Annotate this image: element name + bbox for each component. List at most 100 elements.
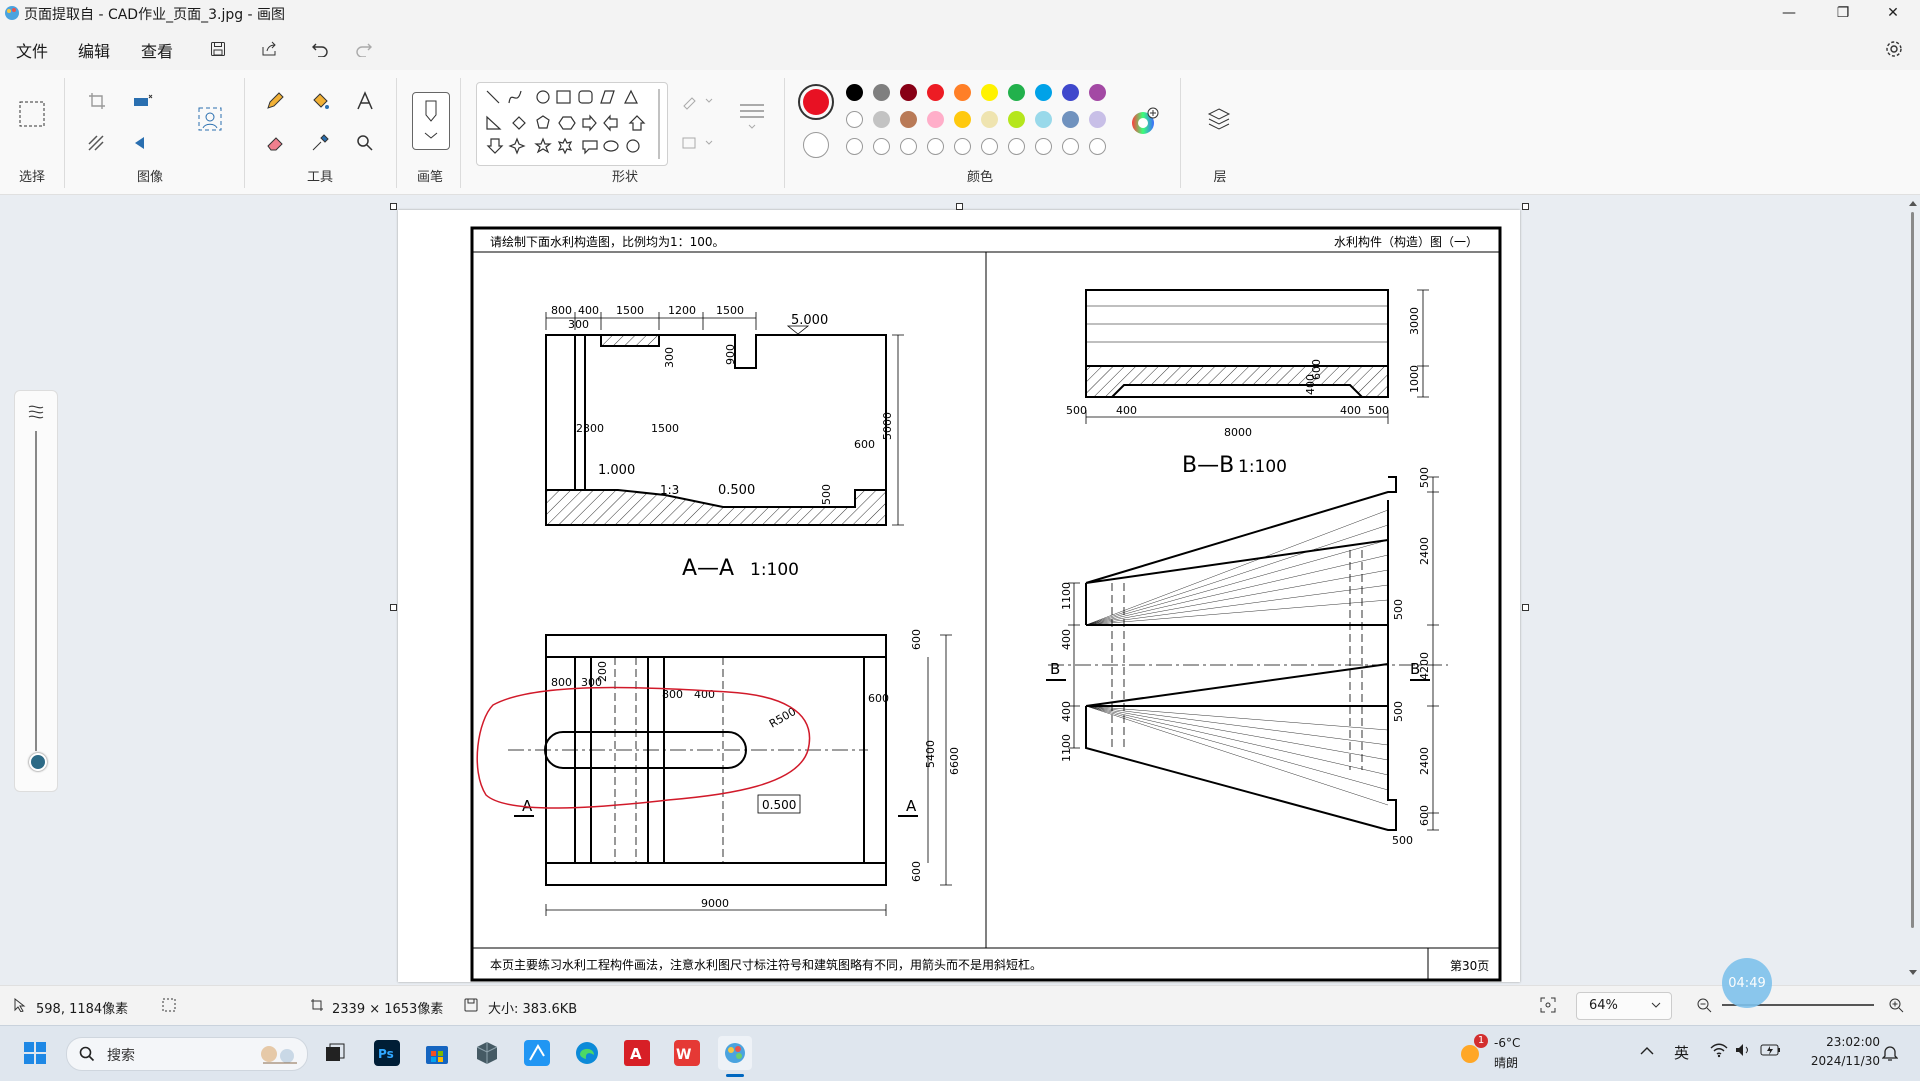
edge-browser-icon[interactable] xyxy=(570,1036,604,1070)
custom-color-slot[interactable] xyxy=(1035,138,1052,155)
color-swatch[interactable] xyxy=(1062,84,1079,101)
start-button[interactable] xyxy=(18,1036,52,1070)
canvas-image[interactable]: 请绘制下面水利构造图，比例均为1：100。 水利构件（构造）图（一） 本页主要练… xyxy=(398,210,1520,982)
minimize-button[interactable]: — xyxy=(1762,0,1816,26)
color-swatch[interactable] xyxy=(954,84,971,101)
resize-icon[interactable] xyxy=(128,86,158,116)
color-swatch[interactable] xyxy=(927,111,944,128)
custom-color-slot[interactable] xyxy=(873,138,890,155)
dim-text: 1100 xyxy=(1060,734,1073,762)
menu-view[interactable]: 查看 xyxy=(141,38,173,62)
page-number: 第30页 xyxy=(1450,959,1489,973)
active-app-indicator xyxy=(726,1074,744,1077)
color-swatch[interactable] xyxy=(846,111,863,128)
input-method-indicator[interactable]: 英 xyxy=(1674,1042,1689,1063)
color-swatch[interactable] xyxy=(954,111,971,128)
volume-icon[interactable] xyxy=(1734,1042,1752,1058)
wps-office-icon[interactable]: W xyxy=(670,1036,704,1070)
color-swatch[interactable] xyxy=(1089,84,1106,101)
microsoft-store-icon[interactable] xyxy=(420,1036,454,1070)
custom-color-slot[interactable] xyxy=(900,138,917,155)
magnifier-icon[interactable] xyxy=(350,128,380,158)
cube-app-icon[interactable] xyxy=(470,1036,504,1070)
resize-handle[interactable] xyxy=(390,604,397,611)
paint-taskbar-icon[interactable] xyxy=(718,1036,752,1070)
color-swatch[interactable] xyxy=(981,84,998,101)
color-swatch[interactable] xyxy=(1008,111,1025,128)
notification-bell-icon[interactable] xyxy=(1882,1044,1898,1062)
color-swatch[interactable] xyxy=(1035,84,1052,101)
rotate-icon[interactable] xyxy=(128,128,158,158)
select-all-icon[interactable] xyxy=(82,128,112,158)
vertical-scrollbar[interactable] xyxy=(1908,198,1918,980)
shapes-gallery[interactable] xyxy=(476,82,668,166)
edit-colors-icon[interactable] xyxy=(1128,106,1160,138)
redo-icon[interactable] xyxy=(350,36,378,62)
chevron-up-icon[interactable] xyxy=(1640,1046,1654,1056)
zoom-out-icon[interactable] xyxy=(1696,997,1712,1013)
pencil-icon[interactable] xyxy=(260,86,290,116)
remote-app-icon[interactable] xyxy=(520,1036,554,1070)
photoshop-icon[interactable]: Ps xyxy=(370,1036,404,1070)
resize-handle[interactable] xyxy=(1522,604,1529,611)
weather-widget[interactable]: 1 -6°C 晴朗 xyxy=(1458,1034,1528,1074)
color-swatch[interactable] xyxy=(873,84,890,101)
image-background-icon[interactable] xyxy=(195,104,225,134)
text-tool-icon[interactable] xyxy=(350,86,380,116)
brush-size-thumb[interactable] xyxy=(29,753,47,771)
color-swatch[interactable] xyxy=(927,84,944,101)
color-swatch[interactable] xyxy=(981,111,998,128)
brush-dropdown[interactable] xyxy=(412,92,450,150)
menu-file[interactable]: 文件 xyxy=(16,38,48,62)
maximize-button[interactable]: ❐ xyxy=(1816,0,1870,26)
undo-icon[interactable] xyxy=(306,36,334,62)
brush-size-track[interactable] xyxy=(35,431,37,751)
eraser-icon[interactable] xyxy=(260,128,290,158)
custom-color-slot[interactable] xyxy=(1008,138,1025,155)
color-swatch[interactable] xyxy=(1089,111,1106,128)
custom-color-slot[interactable] xyxy=(954,138,971,155)
color-swatch[interactable] xyxy=(873,111,890,128)
close-button[interactable]: ✕ xyxy=(1866,0,1920,26)
custom-color-slot[interactable] xyxy=(846,138,863,155)
color-swatch[interactable] xyxy=(900,84,917,101)
zoom-in-icon[interactable] xyxy=(1888,997,1904,1013)
fill-bucket-icon[interactable] xyxy=(305,86,335,116)
red-annotation-stroke xyxy=(476,686,811,809)
settings-gear-icon[interactable] xyxy=(1880,36,1908,62)
secondary-color-button[interactable] xyxy=(803,132,829,158)
custom-color-slot[interactable] xyxy=(927,138,944,155)
custom-color-slot[interactable] xyxy=(981,138,998,155)
zoom-select[interactable]: 64% xyxy=(1576,992,1672,1020)
fill-dropdown-icon[interactable] xyxy=(678,128,718,158)
battery-charging-icon[interactable] xyxy=(1760,1042,1782,1058)
fit-to-window-icon[interactable] xyxy=(1540,997,1556,1013)
outline-dropdown-icon[interactable] xyxy=(678,86,718,116)
custom-color-slot[interactable] xyxy=(1089,138,1106,155)
clock-time[interactable]: 23:02:00 xyxy=(1800,1035,1880,1049)
custom-color-slot[interactable] xyxy=(1062,138,1079,155)
autocad-icon[interactable]: A xyxy=(620,1036,654,1070)
color-swatch[interactable] xyxy=(1062,111,1079,128)
floating-timer[interactable]: 04:49 xyxy=(1722,958,1772,1008)
color-picker-icon[interactable] xyxy=(305,128,335,158)
resize-handle[interactable] xyxy=(1522,203,1529,210)
line-size-icon[interactable] xyxy=(734,94,770,134)
wifi-icon[interactable] xyxy=(1710,1042,1728,1058)
resize-handle[interactable] xyxy=(956,203,963,210)
color-swatch[interactable] xyxy=(1035,111,1052,128)
crop-icon[interactable] xyxy=(82,86,112,116)
share-icon[interactable] xyxy=(255,36,283,62)
color-swatch[interactable] xyxy=(1008,84,1025,101)
resize-handle[interactable] xyxy=(390,203,397,210)
taskbar-search-box[interactable]: 搜索 xyxy=(66,1037,308,1071)
menu-edit[interactable]: 编辑 xyxy=(78,38,110,62)
layers-icon[interactable] xyxy=(1202,102,1236,136)
color-swatch[interactable] xyxy=(900,111,917,128)
task-view-icon[interactable] xyxy=(318,1036,352,1070)
rectangle-select-icon[interactable] xyxy=(16,94,48,134)
color-swatch[interactable] xyxy=(846,84,863,101)
primary-color-button[interactable] xyxy=(798,84,834,120)
clock-date[interactable]: 2024/11/30 xyxy=(1796,1054,1880,1068)
save-icon[interactable] xyxy=(204,36,232,62)
